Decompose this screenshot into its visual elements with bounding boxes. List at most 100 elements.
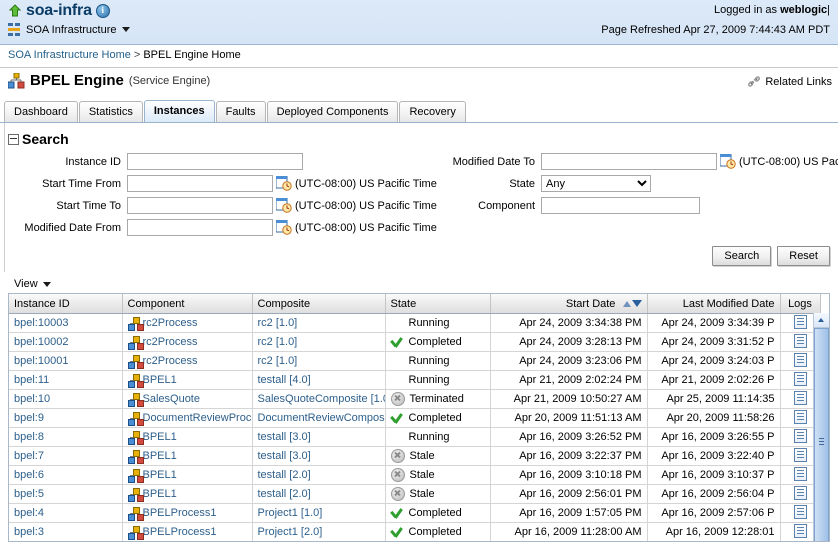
scroll-up-arrow-icon[interactable] [814, 313, 829, 328]
log-page-icon[interactable] [793, 314, 807, 329]
column-header-state[interactable]: State [385, 294, 491, 314]
table-vertical-scrollbar[interactable] [813, 313, 829, 541]
table-row[interactable]: bpel:8 BPEL1 testall [3.0] Running Apr 16, 2… [9, 427, 821, 447]
instance-id-link[interactable]: bpel:8 [14, 431, 44, 443]
instance-id-link[interactable]: bpel:10002 [14, 336, 68, 348]
composite-link[interactable]: Project1 [2.0] [258, 526, 323, 538]
composite-link[interactable]: rc2 [1.0] [258, 336, 298, 348]
table-row[interactable]: bpel:10003 rc2Process rc2 [1.0] Running Apr … [9, 313, 821, 333]
instance-id-link[interactable]: bpel:6 [14, 469, 44, 481]
column-header-last-modified-date[interactable]: Last Modified Date [647, 294, 781, 314]
reset-button[interactable]: Reset [777, 246, 830, 266]
log-page-icon[interactable] [793, 485, 807, 500]
table-row[interactable]: bpel:6 BPEL1 testall [2.0] Stale Apr 16, 200… [9, 465, 821, 485]
log-page-icon[interactable] [793, 447, 807, 462]
table-row[interactable]: bpel:10 SalesQuote SalesQuoteComposite [1.… [9, 389, 821, 409]
sort-controls[interactable] [622, 298, 642, 310]
start-time-to-input[interactable] [127, 197, 273, 214]
modified-date-from-input[interactable] [127, 219, 273, 236]
component-link[interactable]: BPEL1 [143, 431, 177, 443]
log-page-icon[interactable] [793, 409, 807, 424]
component-input[interactable] [541, 197, 700, 214]
table-row[interactable]: bpel:10001 rc2Process rc2 [1.0] Running Apr … [9, 351, 821, 371]
log-page-icon[interactable] [793, 371, 807, 386]
modified-date-to-input[interactable] [541, 153, 717, 170]
search-button[interactable]: Search [712, 246, 772, 266]
instance-id-link[interactable]: bpel:10001 [14, 355, 68, 367]
sort-ascending-icon[interactable] [622, 300, 631, 307]
log-page-icon[interactable] [793, 504, 807, 519]
composite-link[interactable]: Project1 [1.0] [258, 507, 323, 519]
composite-link[interactable]: testall [2.0] [258, 469, 311, 481]
instance-id-link[interactable]: bpel:10 [14, 393, 50, 405]
composite-link[interactable]: SalesQuoteComposite [1.0 [258, 393, 385, 405]
component-link[interactable]: BPELProcess1 [143, 526, 217, 538]
log-page-icon[interactable] [793, 428, 807, 443]
composite-link[interactable]: rc2 [1.0] [258, 355, 298, 367]
table-row[interactable]: bpel:3 BPELProcess1 Project1 [2.0] Complete… [9, 522, 821, 541]
scrollbar-thumb[interactable] [814, 328, 829, 541]
log-page-icon[interactable] [793, 390, 807, 405]
component-link[interactable]: BPEL1 [143, 488, 177, 500]
component-link[interactable]: BPELProcess1 [143, 507, 217, 519]
collapse-toggle-icon[interactable] [8, 133, 19, 145]
table-row[interactable]: bpel:5 BPEL1 testall [2.0] Stale Apr 16, 200… [9, 484, 821, 504]
column-header-start-date[interactable]: Start Date [490, 294, 648, 314]
app-title-group[interactable]: soa-infra i [8, 2, 110, 20]
tab-deployed-components[interactable]: Deployed Components [266, 101, 399, 122]
calendar-picker-icon[interactable] [275, 219, 292, 235]
instance-id-input[interactable] [127, 153, 303, 170]
table-row[interactable]: bpel:7 BPEL1 testall [3.0] Stale Apr 16, 200… [9, 446, 821, 466]
calendar-picker-icon[interactable] [275, 175, 292, 191]
instance-id-link[interactable]: bpel:11 [14, 374, 49, 386]
component-link[interactable]: BPEL1 [143, 374, 177, 386]
log-page-icon[interactable] [793, 333, 807, 348]
tab-instances[interactable]: Instances [143, 100, 215, 122]
start-time-from-input[interactable] [127, 175, 273, 192]
table-row[interactable]: bpel:11 BPEL1 testall [4.0] Running Apr 21, … [9, 370, 821, 390]
instance-id-link[interactable]: bpel:10003 [14, 317, 68, 329]
composite-link[interactable]: testall [3.0] [258, 431, 311, 443]
table-row[interactable]: bpel:10002 rc2Process rc2 [1.0] Completed Ap… [9, 332, 821, 352]
composite-link[interactable]: testall [3.0] [258, 450, 311, 462]
column-header-component[interactable]: Component [122, 294, 253, 314]
composite-link[interactable]: DocumentReviewComposi [258, 412, 385, 424]
tab-recovery[interactable]: Recovery [399, 101, 466, 122]
column-header-logs[interactable]: Logs [780, 294, 821, 314]
instance-id-link[interactable]: bpel:5 [14, 488, 44, 500]
tab-dashboard[interactable]: Dashboard [4, 101, 78, 122]
composite-link[interactable]: testall [4.0] [258, 374, 311, 386]
log-page-icon[interactable] [793, 352, 807, 367]
component-link[interactable]: BPEL1 [143, 469, 177, 481]
column-header-composite[interactable]: Composite [252, 294, 386, 314]
component-link[interactable]: rc2Process [143, 317, 198, 329]
composite-link[interactable]: testall [2.0] [258, 488, 311, 500]
instance-id-link[interactable]: bpel:4 [14, 507, 44, 519]
tab-statistics[interactable]: Statistics [78, 101, 143, 122]
table-row[interactable]: bpel:9 DocumentReviewProces DocumentReview… [9, 408, 821, 428]
log-page-icon[interactable] [793, 523, 807, 538]
calendar-picker-icon[interactable] [275, 197, 292, 213]
info-icon[interactable]: i [95, 4, 110, 18]
component-link[interactable]: DocumentReviewProces [143, 412, 252, 424]
soa-infrastructure-menu[interactable]: SOA Infrastructure [8, 23, 131, 36]
search-section-header[interactable]: Search [8, 131, 838, 147]
instance-id-link[interactable]: bpel:7 [14, 450, 44, 462]
table-row[interactable]: bpel:4 BPELProcess1 Project1 [1.0] Complete… [9, 503, 821, 523]
related-links-menu[interactable]: Related Links [747, 75, 832, 89]
view-menu[interactable]: View [14, 278, 51, 290]
state-select[interactable]: Any [541, 175, 651, 192]
instance-id-link[interactable]: bpel:3 [14, 526, 44, 538]
breadcrumb-root-link[interactable]: SOA Infrastructure Home [8, 49, 131, 61]
calendar-picker-icon[interactable] [719, 153, 736, 169]
component-link[interactable]: rc2Process [143, 355, 198, 367]
tab-faults[interactable]: Faults [215, 101, 266, 122]
component-link[interactable]: BPEL1 [143, 450, 177, 462]
component-link[interactable]: SalesQuote [143, 393, 200, 405]
sort-descending-icon[interactable] [631, 299, 642, 307]
logged-in-user[interactable]: weblogic [780, 4, 827, 16]
instance-id-link[interactable]: bpel:9 [14, 412, 44, 424]
component-link[interactable]: rc2Process [143, 336, 198, 348]
log-page-icon[interactable] [793, 466, 807, 481]
composite-link[interactable]: rc2 [1.0] [258, 317, 298, 329]
